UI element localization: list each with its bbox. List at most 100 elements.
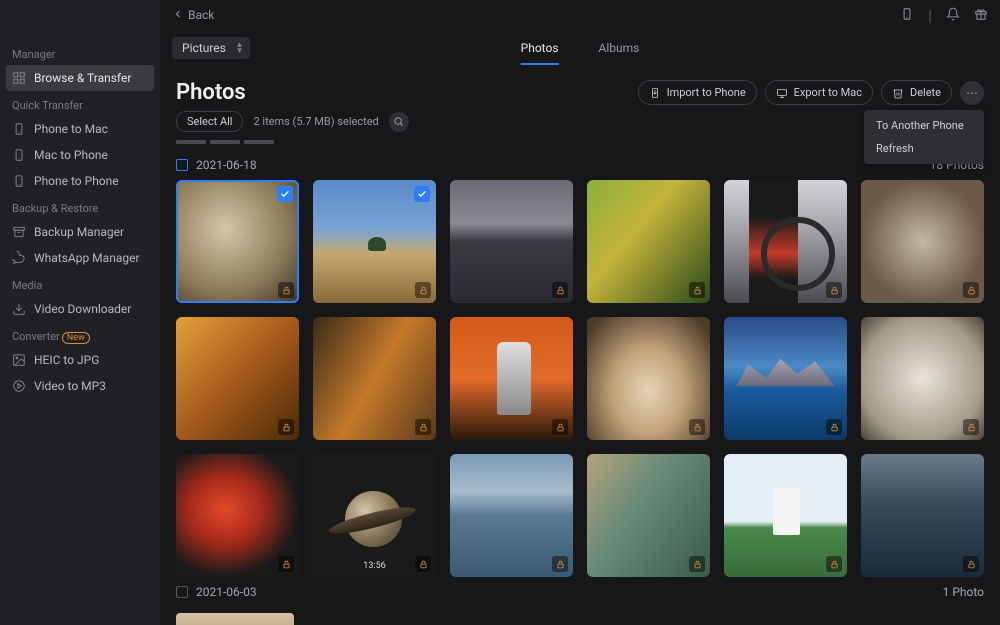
photo-thumbnail[interactable] [313,317,436,440]
chat-icon [12,251,26,265]
topbar: Back | [160,0,1000,30]
photo-thumbnail[interactable] [450,317,573,440]
sidebar-item-backup-manager[interactable]: Backup Manager [0,219,160,245]
header-row: Photos Import to Phone Export to Mac Del… [160,66,1000,111]
check-icon [414,186,430,202]
photo-thumbnail[interactable] [861,317,984,440]
photo-thumbnail[interactable] [450,454,573,577]
caret-icon: ▴▾ [237,42,242,54]
strip-thumb [176,140,206,144]
toolbar-icons: | [900,6,988,25]
photo-thumbnail[interactable] [724,454,847,577]
lock-icon [963,282,979,298]
tab-albums[interactable]: Albums [599,33,640,63]
sidebar-item-label: Video Downloader [34,302,131,316]
sidebar-item-browse-transfer[interactable]: Browse & Transfer [6,65,154,91]
lock-icon [278,282,294,298]
import-button[interactable]: Import to Phone [638,80,757,105]
group-checkbox[interactable] [176,159,188,171]
photo-thumbnail[interactable] [176,180,299,303]
dropdown-refresh[interactable]: Refresh [864,137,984,160]
photo-thumbnail[interactable] [587,317,710,440]
photo-thumbnail[interactable] [861,180,984,303]
delete-button[interactable]: Delete [881,80,952,105]
grid-icon [12,71,26,85]
main: Back | Pictures ▴▾ Photos Albums Photos … [160,0,1000,625]
photo-thumbnail[interactable] [724,180,847,303]
archive-icon [12,225,26,239]
photo-thumbnail[interactable] [587,180,710,303]
section-label: Quick Transfer [0,91,160,116]
photo-thumbnail[interactable] [587,454,710,577]
photo-thumbnail[interactable] [313,180,436,303]
new-badge: New [62,332,90,344]
search-button[interactable] [389,112,409,132]
strip-thumb [210,140,240,144]
sidebar-item-phone-to-mac[interactable]: Phone to Mac [0,116,160,142]
sidebar-item-label: Video to MP3 [34,379,106,393]
sidebar-item-label: Backup Manager [34,225,124,239]
photo-thumbnail[interactable]: 13:56 [313,454,436,577]
tab-photos[interactable]: Photos [521,33,559,63]
tabs: Photos Albums [521,33,640,63]
sidebar-item-heic-to-jpg[interactable]: HEIC to JPG [0,347,160,373]
lock-icon [689,419,705,435]
device-icon [12,122,26,136]
sidebar: ManagerBrowse & TransferQuick Transfer Ph… [0,0,160,625]
date-group-header[interactable]: 2021-06-1818 Photos [176,150,984,180]
sidebar-item-label: Mac to Phone [34,148,108,162]
sidebar-item-whatsapp-manager[interactable]: WhatsApp Manager [0,245,160,271]
section-label: Media [0,271,160,296]
photo-thumbnail[interactable] [176,613,294,625]
back-button[interactable]: Back [172,8,214,23]
lock-icon [415,419,431,435]
more-button[interactable]: ⋯ [960,81,984,105]
photo-thumbnail[interactable] [861,454,984,577]
gift-icon[interactable] [974,6,988,25]
sidebar-item-label: Phone to Phone [34,174,119,188]
date-group-header[interactable]: 2021-06-031 Photo [176,577,984,607]
device-icon[interactable] [900,6,914,25]
lock-icon [278,419,294,435]
lock-icon [278,556,294,572]
sidebar-item-video-downloader[interactable]: Video Downloader [0,296,160,322]
export-button[interactable]: Export to Mac [765,80,873,105]
lock-icon [963,419,979,435]
folder-picker[interactable]: Pictures ▴▾ [172,37,250,59]
photo-thumbnail[interactable] [724,317,847,440]
lock-icon [689,556,705,572]
device-icon [12,174,26,188]
group-date: 2021-06-03 [196,585,257,599]
sidebar-item-label: WhatsApp Manager [34,251,140,265]
select-all-button[interactable]: Select All [176,111,243,132]
download-icon [12,302,26,316]
audio-icon [12,379,26,393]
group-checkbox[interactable] [176,586,188,598]
tab-row: Pictures ▴▾ Photos Albums [160,30,1000,66]
dropdown-to-another-phone[interactable]: To Another Phone [864,114,984,137]
sidebar-item-mac-to-phone[interactable]: Mac to Phone [0,142,160,168]
sidebar-item-phone-to-phone[interactable]: Phone to Phone [0,168,160,194]
device-icon [12,148,26,162]
back-label: Back [188,8,214,22]
sidebar-item-label: HEIC to JPG [34,353,99,367]
photo-thumbnail[interactable] [450,180,573,303]
divider-icon: | [928,6,932,25]
more-dropdown: To Another Phone Refresh [864,110,984,164]
photo-thumbnail[interactable] [176,317,299,440]
section-label: Manager [0,40,160,65]
bell-icon[interactable] [946,6,960,25]
sidebar-item-video-to-mp3[interactable]: Video to MP3 [0,373,160,399]
lock-icon [415,282,431,298]
check-icon [277,186,293,202]
photo-thumbnail[interactable] [176,454,299,577]
lock-icon [552,282,568,298]
lock-icon [826,419,842,435]
photo-grid: 13:56 [176,180,984,577]
page-title: Photos [176,80,246,105]
sidebar-item-label: Phone to Mac [34,122,108,136]
lock-icon [963,556,979,572]
lock-icon [826,282,842,298]
lock-icon [415,556,431,572]
photo-content: 2021-06-1818 Photos 13:562021-06-031 Phot… [160,150,1000,625]
